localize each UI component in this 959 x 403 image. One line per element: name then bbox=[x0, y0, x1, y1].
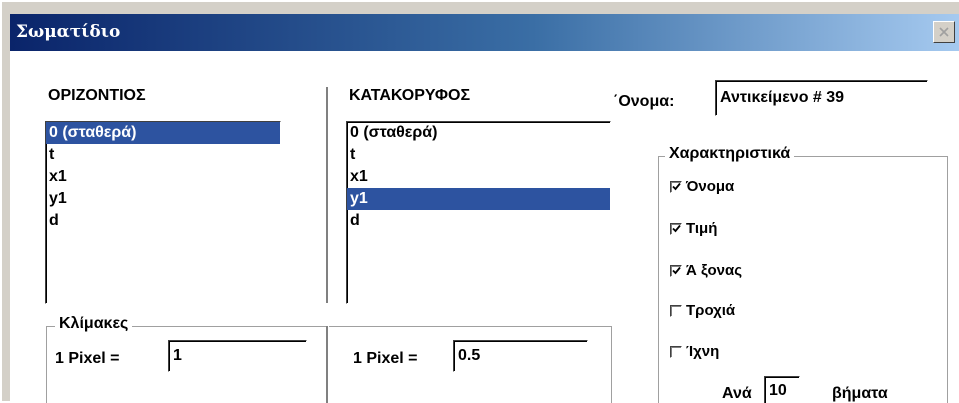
name-checkbox[interactable] bbox=[670, 180, 682, 193]
option-traces[interactable]: Ίχνη bbox=[670, 343, 719, 360]
horizontal-list[interactable]: 0 (σταθερά) t x1 y1 d bbox=[45, 121, 281, 304]
option-value[interactable]: Τιμή bbox=[670, 220, 717, 237]
option-axis[interactable]: Ά ξονας bbox=[670, 262, 742, 279]
close-button[interactable] bbox=[933, 21, 955, 43]
dialog-content: ΟΡΙΖΟΝΤΙΟΣ 0 (σταθερά) t x1 y1 d ΚΑΤΑΚΟΡ… bbox=[10, 51, 959, 403]
close-icon bbox=[939, 27, 949, 37]
checkmark-icon bbox=[671, 266, 681, 275]
horizontal-item-x1[interactable]: x1 bbox=[46, 166, 280, 188]
title-bar[interactable]: Σωματίδιο bbox=[10, 14, 959, 51]
dialog-window: Σωματίδιο ΟΡΙΖΟΝΤΙΟΣ 0 (σταθερά) t x1 y1… bbox=[0, 0, 959, 403]
vertical-scale-label: 1 Pixel = bbox=[353, 350, 418, 367]
vertical-item-constant[interactable]: 0 (σταθερά) bbox=[347, 122, 610, 144]
steps-suffix: βήματα bbox=[832, 385, 888, 402]
horizontal-scale-input[interactable]: 1 bbox=[168, 340, 307, 372]
horizontal-item-y1[interactable]: y1 bbox=[46, 188, 280, 210]
option-trajectory-label: Τροχιά bbox=[686, 302, 736, 319]
horizontal-item-t[interactable]: t bbox=[46, 144, 280, 166]
option-traces-label: Ίχνη bbox=[686, 343, 720, 360]
vertical-heading: ΚΑΤΑΚΟΡΥΦΟΣ bbox=[349, 87, 471, 104]
option-value-label: Τιμή bbox=[686, 220, 718, 237]
vertical-item-t[interactable]: t bbox=[347, 144, 610, 166]
value-checkbox[interactable] bbox=[670, 222, 682, 235]
axis-checkbox[interactable] bbox=[670, 264, 682, 277]
vertical-item-y1[interactable]: y1 bbox=[347, 188, 610, 210]
trajectory-checkbox[interactable] bbox=[670, 304, 682, 317]
horizontal-scale-label: 1 Pixel = bbox=[55, 350, 120, 367]
steps-prefix: Ανά bbox=[722, 385, 752, 402]
vertical-list[interactable]: 0 (σταθερά) t x1 y1 d bbox=[346, 121, 611, 304]
column-divider bbox=[326, 87, 329, 303]
characteristics-legend: Χαρακτηριστικά bbox=[665, 145, 795, 163]
window-title: Σωματίδιο bbox=[16, 22, 121, 42]
checkmark-icon bbox=[671, 182, 681, 191]
scales-legend: Κλίμακες bbox=[55, 315, 133, 333]
option-name[interactable]: Όνομα bbox=[670, 178, 734, 195]
horizontal-item-d[interactable]: d bbox=[46, 210, 280, 232]
vertical-scale-input[interactable]: 0.5 bbox=[453, 340, 588, 372]
name-label: ΄Ονομα: bbox=[613, 93, 675, 110]
vertical-item-x1[interactable]: x1 bbox=[347, 166, 610, 188]
option-name-label: Όνομα bbox=[686, 178, 735, 195]
horizontal-item-constant[interactable]: 0 (σταθερά) bbox=[46, 122, 280, 144]
vertical-item-d[interactable]: d bbox=[347, 210, 610, 232]
checkmark-icon bbox=[671, 224, 681, 233]
name-input[interactable]: Αντικείμενο # 39 bbox=[715, 80, 928, 116]
option-trajectory[interactable]: Τροχιά bbox=[670, 302, 735, 319]
steps-input[interactable]: 10 bbox=[764, 376, 800, 403]
horizontal-heading: ΟΡΙΖΟΝΤΙΟΣ bbox=[48, 87, 146, 104]
scales-divider bbox=[326, 326, 329, 403]
option-axis-label: Ά ξονας bbox=[686, 262, 743, 279]
traces-checkbox[interactable] bbox=[670, 345, 682, 358]
